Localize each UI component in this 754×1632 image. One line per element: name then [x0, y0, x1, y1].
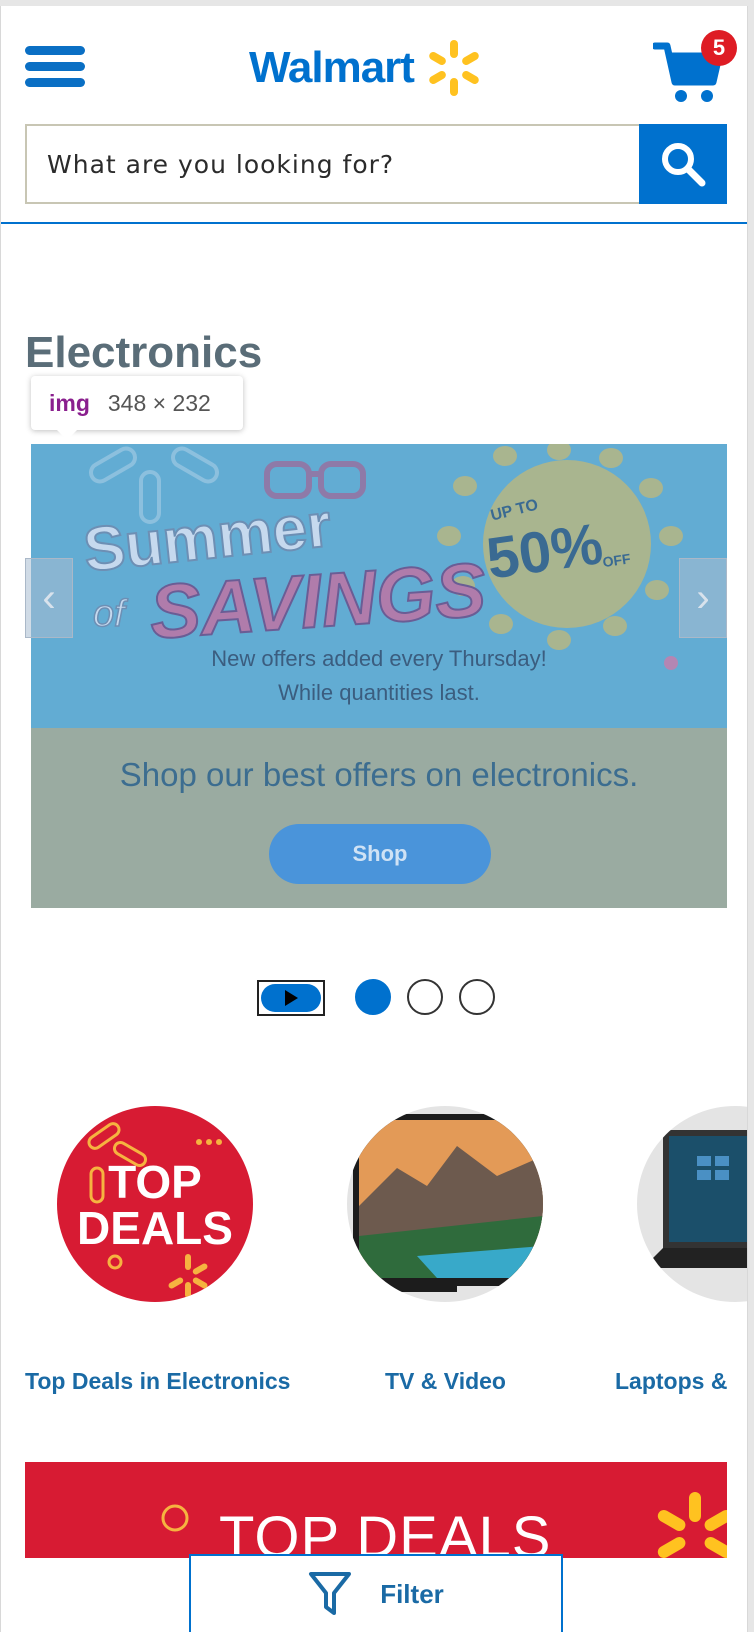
tooltip-tag: img [49, 389, 90, 416]
category-laptops[interactable] [637, 1106, 747, 1302]
top-deals-badge-line1: TOP [108, 1156, 202, 1208]
category-label-tv-video[interactable]: TV & Video [385, 1368, 506, 1395]
hero-banner-image[interactable]: Summer of SAVINGS UP TO 50% OFF New offe… [31, 444, 727, 908]
carousel-dot-2[interactable] [407, 979, 443, 1015]
filter-label: Filter [380, 1578, 444, 1609]
banner-headline-of: of [93, 593, 128, 635]
category-top-deals[interactable]: TOP DEALS [57, 1106, 253, 1302]
play-icon [285, 990, 298, 1006]
carousel-prev-button[interactable]: ‹ [25, 558, 73, 638]
spark-icon [429, 40, 479, 96]
tooltip-size: 348 × 232 [107, 389, 211, 416]
top-deals-badge-image: TOP DEALS [57, 1106, 253, 1302]
search-input[interactable] [27, 126, 639, 202]
top-deals-badge-line2: DEALS [77, 1202, 233, 1254]
walmart-logo[interactable]: Walmart [249, 36, 484, 100]
category-label-top-deals[interactable]: Top Deals in Electronics [25, 1368, 290, 1395]
cart-count-badge: 5 [701, 30, 737, 66]
top-deals-banner-text: TOP DEALS [219, 1505, 552, 1558]
search-button[interactable] [639, 124, 727, 204]
carousel-play-button[interactable] [257, 980, 325, 1016]
top-deals-decoration: TOP DEALS [77, 1122, 233, 1298]
search-icon [662, 143, 706, 187]
page-title: Electronics [25, 328, 263, 377]
carousel-dot-1[interactable] [355, 979, 391, 1015]
logo-text: Walmart [249, 43, 415, 92]
category-label-laptops[interactable]: Laptops & [615, 1368, 727, 1395]
search-bar [25, 124, 727, 204]
hamburger-icon[interactable] [25, 46, 85, 90]
page-viewport: Walmart 5 What are you looking for? Elec… [0, 6, 748, 1632]
carousel-dot-3[interactable] [459, 979, 495, 1015]
offers-line-2: While quantities last. [278, 680, 480, 705]
cart-button[interactable]: 5 [653, 30, 737, 102]
tooltip-arrow [55, 428, 79, 440]
offers-line-1: New offers added every Thursday! [211, 646, 547, 671]
shop-button[interactable]: Shop [269, 824, 491, 884]
tv-image [347, 1106, 543, 1302]
category-tv-video[interactable] [347, 1106, 543, 1302]
devtools-element-tooltip: img 348 × 232 [31, 376, 243, 430]
filter-icon [309, 1572, 352, 1615]
tv-illustration [353, 1114, 543, 1292]
header-divider [1, 222, 747, 224]
laptop-illustration [643, 1130, 747, 1268]
laptop-image [637, 1106, 747, 1302]
carousel-next-button[interactable]: › [679, 558, 727, 638]
filter-button[interactable]: Filter [189, 1554, 563, 1632]
banner-caption: Shop our best offers on electronics. [119, 756, 639, 793]
top-deals-banner[interactable]: TOP DEALS [25, 1462, 727, 1558]
